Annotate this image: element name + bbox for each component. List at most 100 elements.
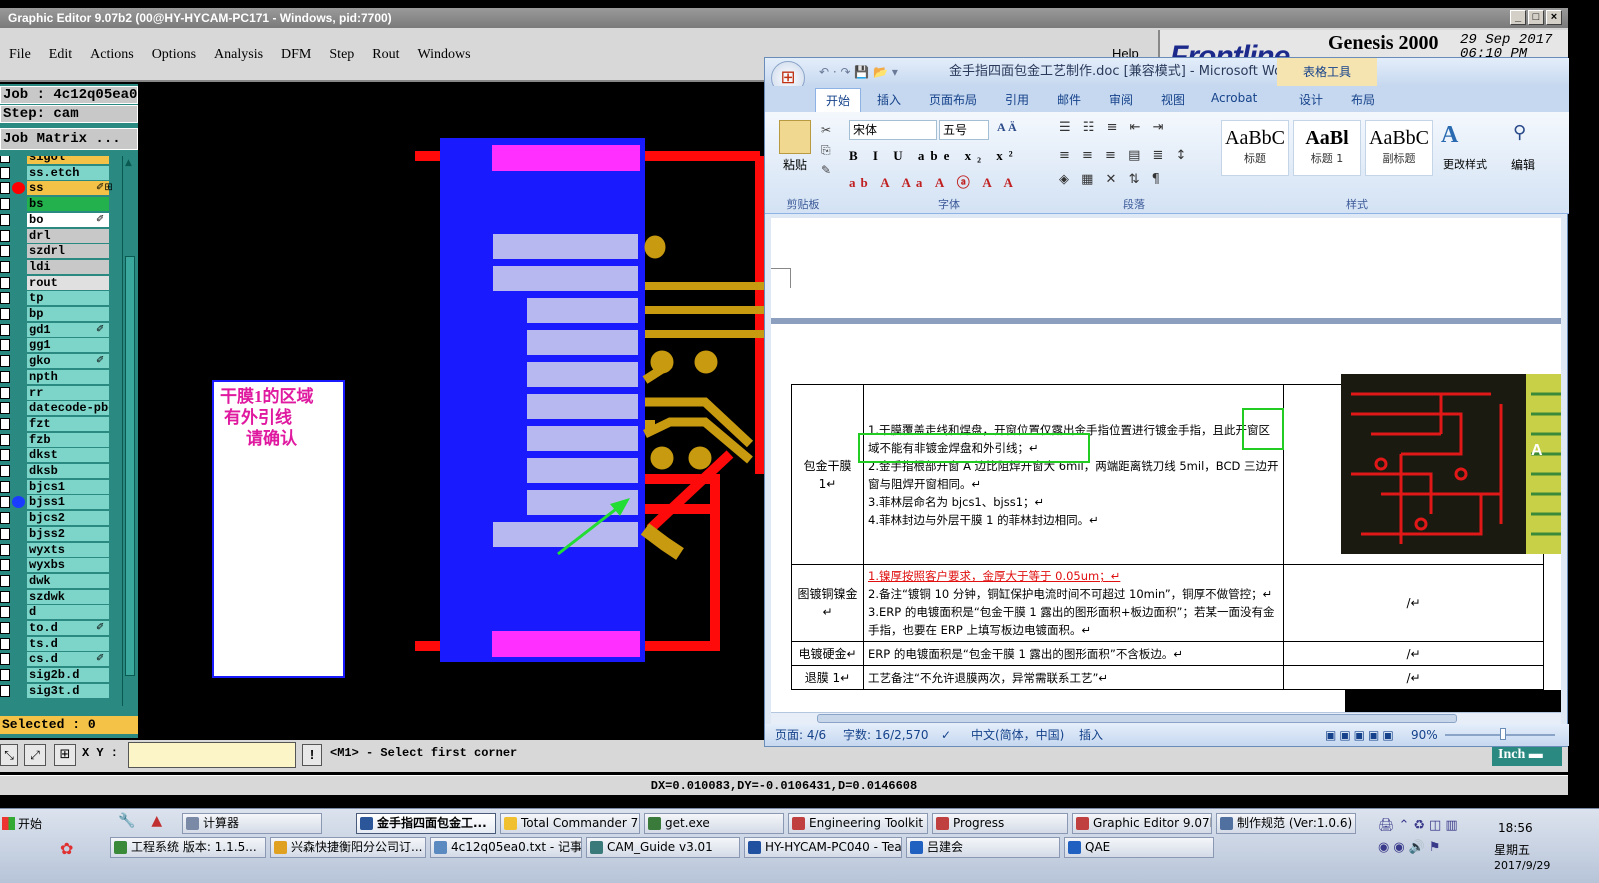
layer-checkbox[interactable] (0, 166, 10, 179)
layer-name[interactable]: dkst (27, 448, 109, 463)
layer-name[interactable]: sig3t.d (27, 683, 109, 698)
edit-button[interactable]: 编辑 (1505, 156, 1541, 173)
layer-checkbox[interactable] (0, 622, 10, 634)
font-size-select[interactable]: 五号 (939, 120, 989, 140)
layer-checkbox[interactable] (0, 527, 10, 540)
menu-dfm[interactable]: DFM (272, 44, 320, 66)
layer-row[interactable]: fzt (0, 416, 120, 431)
change-styles-icon[interactable]: A (1441, 122, 1469, 149)
taskbar-button[interactable]: Engineering Toolkit 9.... (788, 813, 928, 834)
menu-rout[interactable]: Rout (363, 44, 408, 66)
layer-name[interactable]: ss.etch (27, 165, 109, 180)
layer-row[interactable]: dwk (0, 573, 120, 588)
layer-checkbox[interactable] (0, 402, 10, 415)
menu-file[interactable]: File (0, 44, 40, 66)
quicklaunch-icon[interactable]: ✿ (60, 839, 82, 861)
tray-icons[interactable]: 🖨⌃♻◫▥ ◉◉🔊⚑ (1378, 815, 1478, 875)
layer-row[interactable]: dksb (0, 464, 120, 478)
layer-checkbox[interactable] (0, 198, 10, 211)
layer-name[interactable]: szdwk (27, 589, 109, 604)
ribbon-tab[interactable]: 页面布局 (929, 91, 977, 108)
layer-checkbox[interactable] (0, 156, 10, 163)
layer-name[interactable]: bjcs1 (27, 479, 109, 494)
layer-checkbox[interactable] (0, 496, 10, 509)
layer-name[interactable]: fzt (27, 416, 109, 431)
layer-row[interactable]: rout (0, 275, 120, 290)
row-content[interactable]: 1.干膜覆盖走线和焊盘，开窗位置仅露出金手指位置进行镀金手指，且此开窗区域不能有… (863, 384, 1284, 565)
row-label[interactable]: 图镀铜镍金↵ (791, 564, 864, 642)
row-image-cell[interactable]: /↵ (1283, 665, 1544, 690)
row-label[interactable]: 退膜 1↵ (791, 665, 864, 690)
layer-checkbox[interactable] (0, 637, 10, 650)
style-heading-1[interactable]: AaBl 标题 1 (1293, 120, 1361, 176)
xy-input[interactable] (128, 742, 296, 768)
scroll-thumb[interactable] (125, 256, 135, 676)
start-button[interactable]: 开始 (0, 813, 56, 835)
layer-checkbox[interactable] (0, 417, 10, 430)
layer-name[interactable]: bjss1 (27, 495, 109, 510)
layer-checkbox[interactable] (0, 684, 10, 697)
ribbon-tab[interactable]: 邮件 (1057, 91, 1081, 108)
font-grow-icon[interactable]: A Ä (997, 120, 1041, 140)
job-matrix-button[interactable]: Job Matrix ... (0, 128, 138, 150)
ribbon-tab[interactable]: 插入 (877, 91, 901, 108)
layer-row[interactable]: bs (0, 197, 120, 212)
taskbar-button[interactable]: 兴森快捷衡阳分公司订... (270, 837, 426, 858)
minimize-icon[interactable]: _ (1510, 10, 1526, 25)
info-icon[interactable]: ! (302, 744, 322, 766)
layer-checkbox[interactable] (0, 606, 10, 619)
taskbar-button[interactable]: Total Commander 7.0... (500, 813, 640, 834)
layer-row[interactable]: wyxts (0, 542, 120, 557)
layer-row[interactable]: bjss2 (0, 526, 120, 541)
layer-row[interactable]: npth (0, 369, 120, 384)
layer-row[interactable]: datecode-pbe (0, 401, 120, 416)
layer-checkbox[interactable] (0, 590, 10, 603)
layer-name[interactable]: szdrl (27, 244, 109, 259)
align-icons[interactable]: ≡ ≡ ≡ ▤ ≣ ↕ (1059, 148, 1209, 168)
layer-name[interactable]: npth (27, 369, 109, 384)
layer-checkbox[interactable] (0, 213, 10, 226)
layer-checkbox[interactable] (0, 355, 10, 368)
status-page[interactable]: 页面: 4/6 (775, 724, 826, 746)
taskbar-button[interactable]: 工程系统 版本: 1.1.5... (110, 837, 266, 858)
row-content[interactable]: 工艺备注“不允许退膜两次，异常需联系工艺”↵ (863, 665, 1284, 690)
binoculars-icon[interactable]: ⚲ (1513, 122, 1526, 143)
shading-icons[interactable]: ◈ ▦ ✕ ⇅ ¶ (1059, 172, 1209, 192)
unit-selector[interactable]: Inch ▬ (1492, 744, 1562, 766)
ribbon-tab[interactable]: 布局 (1351, 91, 1375, 108)
layer-name[interactable]: tp (27, 291, 109, 306)
view-icons[interactable]: ▣▣▣▣▣ (1325, 724, 1397, 746)
layer-name[interactable]: bs (27, 197, 109, 212)
layer-checkbox[interactable] (0, 574, 10, 587)
menu-windows[interactable]: Windows (409, 44, 480, 66)
document-area[interactable]: 包金干膜 1↵ 1.干膜覆盖走线和焊盘，开窗位置仅露出金手指位置进行镀金手指，且此… (771, 218, 1561, 712)
paste-icon[interactable] (779, 120, 811, 154)
layer-checkbox[interactable] (0, 653, 10, 666)
ribbon-tab[interactable]: 引用 (1005, 91, 1029, 108)
layer-checkbox[interactable] (0, 245, 10, 258)
ribbon-tab[interactable]: 设计 (1299, 91, 1323, 108)
layer-checkbox[interactable] (0, 512, 10, 525)
layer-row[interactable]: ss.etch (0, 165, 120, 180)
layer-checkbox[interactable] (0, 339, 10, 352)
layer-row[interactable]: bo ✐ (0, 212, 120, 227)
word-window[interactable]: ⊞ ↶ · ↷ 💾 📂 ▾ 金手指四面包金工艺制作.doc [兼容模式] - M… (764, 57, 1569, 747)
layer-row[interactable]: wyxbs (0, 558, 120, 573)
layer-row[interactable]: ts.d (0, 636, 120, 651)
grid-icon[interactable]: ⊞ (54, 744, 76, 766)
layer-row[interactable]: fzb (0, 432, 120, 447)
row-image-cell[interactable]: /↵ (1283, 564, 1544, 642)
layer-checkbox[interactable] (0, 182, 10, 195)
scroll-up-icon[interactable]: ▲ (125, 158, 135, 168)
clock[interactable]: 18:56 (1498, 821, 1533, 835)
layer-name[interactable]: rr (27, 385, 109, 400)
status-language[interactable]: 中文(简体，中国) (971, 724, 1064, 746)
taskbar-button[interactable]: CAM_Guide v3.01 (586, 837, 740, 858)
layer-checkbox[interactable] (0, 370, 10, 383)
layer-checkbox[interactable] (0, 559, 10, 572)
horizontal-scrollbar[interactable] (771, 712, 1561, 724)
layer-name[interactable]: sig2b.d (27, 668, 109, 683)
change-styles-button[interactable]: 更改样式 (1437, 156, 1493, 172)
font-color-icons[interactable]: ab A Aa A ⓐ A A (849, 172, 1049, 194)
row-label[interactable]: 电镀硬金↵ (791, 641, 864, 666)
